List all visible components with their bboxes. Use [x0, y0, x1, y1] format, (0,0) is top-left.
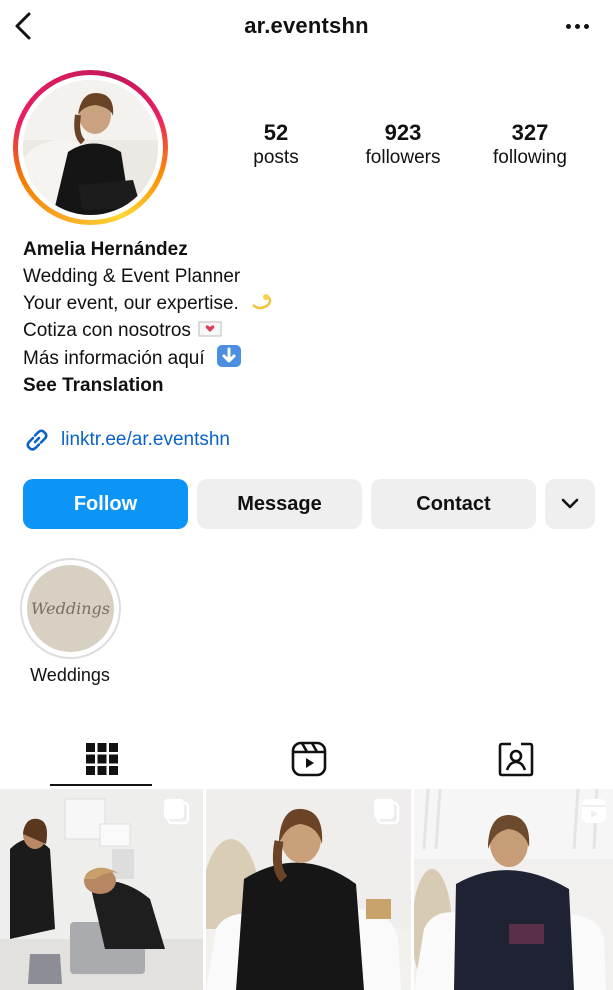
top-bar: ar.eventshn [0, 0, 613, 52]
down-arrow-emoji-icon [216, 345, 241, 367]
more-options-button[interactable] [560, 14, 594, 38]
story-highlight-label: Weddings [30, 665, 110, 685]
profile-bio: Amelia Hernández Wedding & Event Planner… [23, 236, 583, 399]
see-translation-link[interactable]: See Translation [23, 372, 583, 399]
post-thumbnail[interactable] [0, 789, 203, 990]
bio-line: Your event, our expertise. [23, 290, 583, 317]
profile-avatar-ring[interactable] [13, 70, 168, 225]
contact-button[interactable]: Contact [371, 479, 536, 529]
dizzy-emoji-icon [252, 294, 272, 310]
bio-line: Wedding & Event Planner [23, 266, 241, 287]
stat-followers-count: 923 [384, 120, 422, 145]
more-horizontal-icon [565, 23, 589, 29]
bio-line: Más información aquí [23, 344, 583, 372]
link-icon [26, 429, 48, 451]
profile-link-text: linktr.ee/ar.eventshn [61, 429, 230, 450]
story-highlight-weddings[interactable]: Weddings [20, 558, 121, 659]
stat-following-count: 327 [511, 120, 549, 145]
love-letter-emoji-icon [198, 321, 222, 337]
stat-following[interactable]: 327 following [470, 120, 590, 170]
tab-posts-grid[interactable] [0, 733, 204, 785]
stat-posts-label: posts [253, 147, 299, 168]
profile-link[interactable]: linktr.ee/ar.eventshn [23, 426, 230, 454]
bio-line: Cotiza con nosotros [23, 317, 583, 344]
grid-icon [86, 743, 118, 775]
avatar [23, 80, 158, 215]
reels-icon [291, 741, 327, 777]
stat-posts[interactable]: 52 posts [216, 120, 336, 170]
tab-reels[interactable] [207, 733, 411, 785]
highlight-cover: Weddings [27, 565, 114, 652]
post-thumbnail[interactable] [206, 789, 411, 990]
tab-tagged[interactable] [414, 733, 613, 785]
stat-followers-label: followers [365, 147, 441, 168]
post-thumbnail[interactable] [414, 789, 613, 990]
follow-button[interactable]: Follow [23, 479, 188, 529]
reel-icon [582, 799, 606, 823]
stat-following-label: following [493, 147, 567, 168]
tagged-icon [498, 742, 534, 777]
chevron-down-icon [561, 498, 579, 509]
stat-posts-count: 52 [263, 120, 289, 145]
suggested-accounts-button[interactable] [545, 479, 595, 529]
active-tab-indicator [50, 784, 152, 786]
message-button[interactable]: Message [197, 479, 362, 529]
profile-username: ar.eventshn [244, 13, 369, 38]
profile-display-name: Amelia Hernández [23, 239, 188, 260]
stat-followers[interactable]: 923 followers [343, 120, 463, 170]
